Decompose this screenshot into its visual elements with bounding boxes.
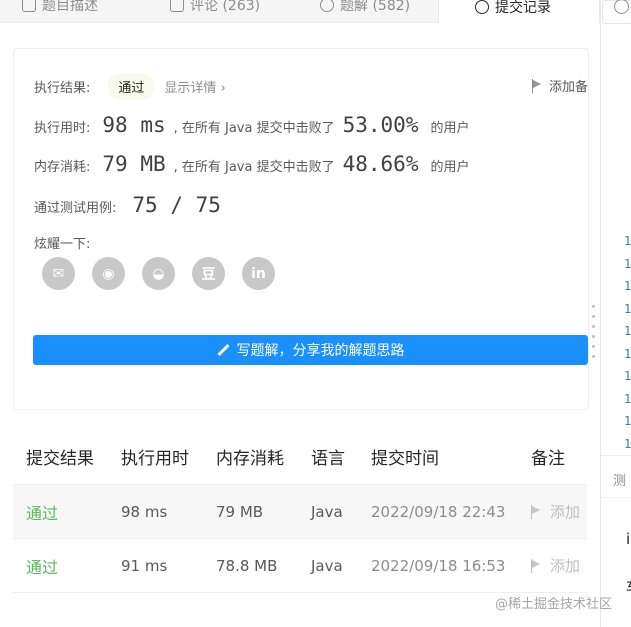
tab-solutions-label: 题解 (582) — [340, 0, 411, 14]
douban-icon[interactable]: 豆 — [192, 257, 225, 290]
line-number: 1 — [624, 301, 631, 316]
runtime-value: 98 ms — [102, 113, 166, 137]
status-row: 执行结果: 通过 显示详情 › — [34, 73, 226, 100]
row-add-note-label: 添加 — [550, 503, 581, 521]
qq-icon[interactable]: ◒ — [142, 257, 175, 290]
row-runtime: 91 ms — [121, 556, 168, 575]
test-panel-tab[interactable]: 测 — [613, 470, 626, 489]
header-memory: 内存消耗 — [216, 448, 284, 469]
row-result[interactable]: 通过 — [13, 554, 121, 578]
runtime-percent: 53.00% — [342, 113, 419, 137]
submissions-table: 提交结果 执行用时 内存消耗 语言 提交时间 备注 通过 98 ms 79 MB… — [13, 428, 587, 593]
right-panel-text: 车 — [626, 576, 631, 597]
line-number: 1 — [624, 414, 631, 428]
runtime-row: 执行用时: 98 ms , 在所有 Java 提交中击败了 53.00% 的用户 — [34, 113, 469, 137]
line-number: 1 — [624, 234, 631, 248]
pencil-icon — [217, 344, 229, 356]
write-solution-button[interactable]: 写题解，分享我的解题思路 — [33, 335, 588, 365]
line-number: 1 — [624, 324, 631, 338]
editor-line-numbers: 1 1 1 1 1 1 1 1 1 1 — [624, 230, 631, 455]
row-language: Java — [311, 502, 343, 521]
tab-submissions-label: 提交记录 — [495, 0, 551, 16]
show-details-link[interactable]: 显示详情 › — [164, 77, 225, 96]
row-date: 2022/09/18 16:53 — [371, 556, 506, 575]
tab-description[interactable]: 题目描述 — [22, 0, 98, 20]
right-separator — [601, 455, 631, 456]
runtime-mid-text: , 在所有 Java 提交中击败了 — [173, 121, 335, 136]
share-label: 炫耀一下: — [34, 237, 91, 252]
table-header: 提交结果 执行用时 内存消耗 语言 提交时间 备注 — [13, 428, 587, 485]
tab-description-label: 题目描述 — [42, 0, 98, 14]
comment-icon — [170, 0, 184, 12]
flag-icon — [531, 78, 543, 93]
watermark: @稀土掘金技术社区 — [495, 597, 613, 612]
row-add-note-label: 添加 — [550, 557, 581, 575]
status-label: 执行结果: — [34, 81, 91, 96]
right-panel-text: i — [626, 530, 631, 548]
row-memory: 79 MB — [216, 502, 264, 521]
line-number: 1 — [624, 369, 631, 383]
result-card: 执行结果: 通过 显示详情 › 添加备 执行用时: 98 ms , 在所有 Ja… — [13, 48, 589, 410]
runtime-tail-text: 的用户 — [430, 121, 470, 136]
info-button[interactable] — [602, 0, 631, 24]
header-note: 备注 — [531, 448, 565, 469]
tab-comments[interactable]: 评论 (263) — [170, 0, 260, 20]
tab-submissions[interactable]: 提交记录 — [438, 0, 600, 23]
header-time: 提交时间 — [371, 448, 439, 469]
weibo-icon[interactable]: ◉ — [92, 257, 125, 290]
row-language: Java — [311, 556, 343, 575]
line-number: 1 — [624, 346, 631, 361]
memory-mid-text: , 在所有 Java 提交中击败了 — [173, 160, 335, 175]
tests-row: 通过测试用例: 75 / 75 — [34, 193, 221, 217]
document-icon — [22, 0, 36, 12]
row-add-note-button[interactable]: 添加 — [531, 501, 587, 522]
right-separator — [601, 497, 631, 498]
tests-value: 75 / 75 — [132, 193, 221, 217]
tests-label: 通过测试用例: — [34, 201, 117, 216]
line-number: 1 — [624, 436, 631, 451]
row-result[interactable]: 通过 — [13, 500, 121, 524]
add-note-label: 添加备 — [548, 80, 588, 95]
row-add-note-button[interactable]: 添加 — [531, 555, 587, 576]
header-runtime: 执行用时 — [121, 448, 189, 469]
info-icon — [614, 0, 629, 14]
linkedin-icon[interactable]: in — [242, 257, 275, 290]
flask-icon — [320, 0, 334, 12]
runtime-label: 执行用时: — [34, 121, 91, 136]
share-row: 炫耀一下: — [34, 233, 90, 252]
row-date: 2022/09/18 22:43 — [371, 502, 506, 521]
clock-icon — [475, 0, 489, 14]
memory-value: 79 MB — [102, 152, 166, 176]
status-badge: 通过 — [108, 73, 155, 100]
memory-row: 内存消耗: 79 MB , 在所有 Java 提交中击败了 48.66% 的用户 — [34, 152, 469, 176]
line-number: 1 — [624, 391, 631, 406]
memory-label: 内存消耗: — [34, 160, 91, 175]
line-number: 1 — [624, 279, 631, 293]
panel-resize-handle[interactable] — [592, 305, 596, 365]
wechat-icon[interactable]: ✉ — [42, 257, 75, 290]
memory-percent: 48.66% — [342, 152, 419, 176]
table-row[interactable]: 通过 98 ms 79 MB Java 2022/09/18 22:43 添加 — [13, 485, 587, 539]
panel-divider — [600, 0, 601, 627]
tab-comments-label: 评论 (263) — [190, 0, 261, 14]
row-memory: 78.8 MB — [216, 556, 278, 575]
tab-bar: 题目描述 评论 (263) 题解 (582) 提交记录 — [0, 0, 600, 23]
tab-solutions[interactable]: 题解 (582) — [320, 0, 410, 20]
header-language: 语言 — [311, 448, 345, 469]
line-number: 1 — [624, 256, 631, 271]
write-solution-label: 写题解，分享我的解题思路 — [236, 343, 405, 359]
share-icons: ✉ ◉ ◒ 豆 in — [42, 257, 275, 290]
table-row[interactable]: 通过 91 ms 78.8 MB Java 2022/09/18 16:53 添… — [13, 539, 587, 593]
row-runtime: 98 ms — [121, 502, 168, 521]
flag-icon — [531, 504, 542, 519]
flag-icon — [531, 558, 542, 573]
memory-tail-text: 的用户 — [430, 160, 470, 175]
header-result: 提交结果 — [26, 448, 94, 469]
add-note-button[interactable]: 添加备 — [531, 76, 588, 95]
